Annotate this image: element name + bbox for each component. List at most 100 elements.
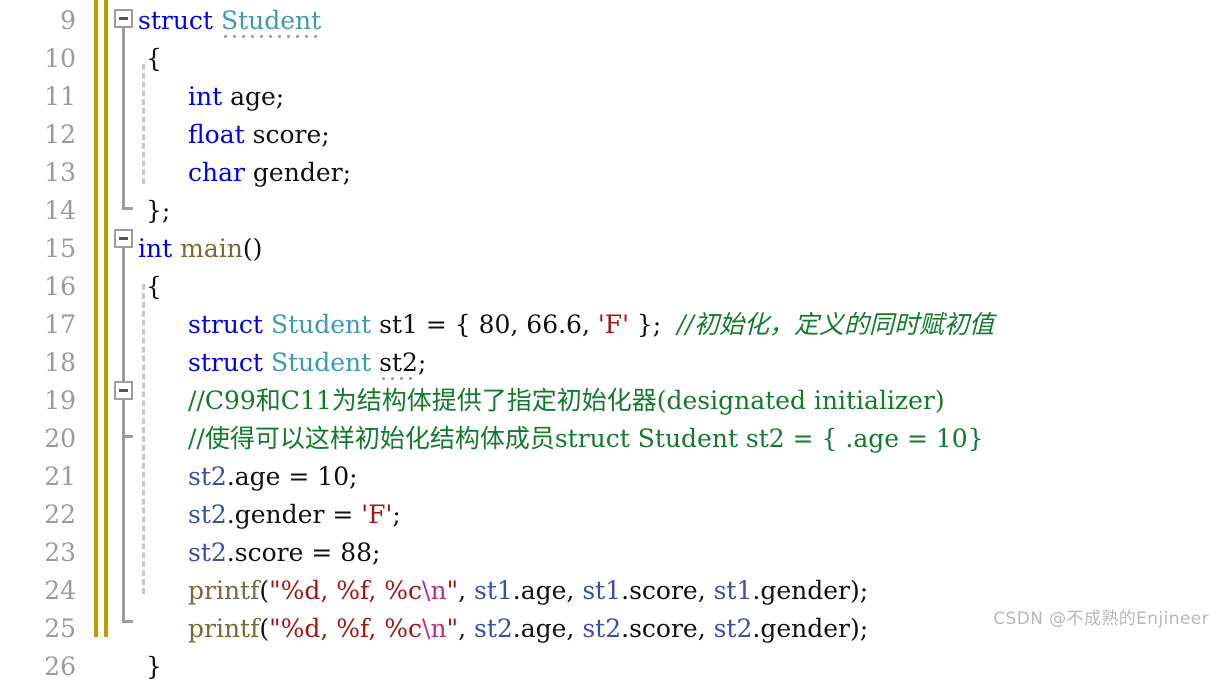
- fold-toggle-line-19[interactable]: [114, 381, 133, 400]
- token: struct: [188, 348, 263, 377]
- token: .age,: [512, 614, 583, 643]
- code-line-12[interactable]: float score;: [188, 116, 330, 154]
- code-line-19[interactable]: //C99和C11为结构体提供了指定初始化器(designated initia…: [188, 382, 945, 420]
- token: ,: [458, 576, 474, 605]
- token: st2: [188, 500, 227, 529]
- token: Student: [270, 310, 372, 339]
- code-line-15[interactable]: int main(): [138, 230, 262, 268]
- token: int: [138, 234, 173, 263]
- token: //使得可以这样初始化结构体成员struct Student st2 = { .…: [188, 424, 984, 453]
- token: \n: [422, 614, 447, 643]
- token: st2: [713, 614, 753, 643]
- token: st2: [582, 614, 622, 643]
- token: ;: [417, 348, 427, 377]
- token: ": [446, 614, 459, 643]
- fold-bracket-end-comment: [122, 435, 133, 438]
- fold-toggle-line-9[interactable]: [114, 9, 133, 28]
- code-editor[interactable]: 9 10 11 12 13 14 15 16 17 18 19 20 21 22 23 24 25 26 stru…: [0, 0, 1223, 681]
- token: st1: [582, 576, 622, 605]
- line-number-19: 19: [44, 386, 76, 415]
- code-line-26[interactable]: }: [146, 648, 162, 686]
- token: //C99和C11为结构体提供了指定初始化器(designated initia…: [188, 386, 945, 415]
- token: st2: [473, 614, 513, 643]
- code-line-25[interactable]: printf("%d, %f, %c\n", st2.age, st2.scor…: [188, 610, 868, 648]
- token: printf: [188, 576, 260, 605]
- code-line-22[interactable]: st2.gender = 'F';: [188, 496, 401, 534]
- token: char: [188, 158, 245, 187]
- change-bar-inner: [104, 0, 108, 637]
- token: ": [446, 576, 459, 605]
- token: "%d, %f, %c: [269, 614, 423, 643]
- token: st2: [379, 348, 418, 383]
- token: "%d, %f, %c: [269, 576, 423, 605]
- token: .gender);: [752, 576, 869, 605]
- token: ,: [458, 614, 474, 643]
- fold-bracket-end-main: [122, 620, 133, 623]
- token: //初始化，定义的同时赋初值: [677, 310, 994, 339]
- line-number-14: 14: [44, 196, 76, 225]
- code-line-20[interactable]: //使得可以这样初始化结构体成员struct Student st2 = { .…: [188, 420, 984, 458]
- line-number-18: 18: [44, 348, 76, 377]
- code-line-17[interactable]: struct Student st1 = { 80, 66.6, 'F' }; …: [188, 306, 994, 344]
- token: .score,: [621, 614, 714, 643]
- token: };: [146, 196, 171, 225]
- line-number-21: 21: [44, 462, 76, 491]
- line-number-9: 9: [60, 6, 76, 35]
- code-line-16[interactable]: {: [146, 268, 162, 306]
- token: }: [146, 652, 162, 681]
- token: .age,: [512, 576, 583, 605]
- token: int: [188, 82, 223, 111]
- token: st2: [188, 538, 227, 567]
- token: Student: [220, 6, 322, 41]
- code-line-11[interactable]: int age;: [188, 78, 284, 116]
- line-number-26: 26: [44, 652, 76, 681]
- token: (: [259, 576, 270, 605]
- token: struct: [138, 6, 213, 35]
- token: .score = 88;: [226, 538, 381, 567]
- code-line-13[interactable]: char gender;: [188, 154, 351, 192]
- line-number-17: 17: [44, 310, 76, 339]
- line-number-25: 25: [44, 614, 76, 643]
- token: ;: [392, 500, 401, 529]
- fold-bracket-comment: [122, 400, 125, 438]
- token: .age = 10;: [226, 462, 358, 491]
- code-line-9[interactable]: struct Student: [138, 2, 322, 41]
- token: gender;: [244, 158, 351, 187]
- code-line-24[interactable]: printf("%d, %f, %c\n", st1.age, st1.scor…: [188, 572, 868, 610]
- code-line-14[interactable]: };: [146, 192, 170, 230]
- token: st1: [713, 576, 753, 605]
- line-number-gutter: 9 10 11 12 13 14 15 16 17 18 19 20 21 22 23 24 25 26: [0, 0, 94, 681]
- line-number-16: 16: [44, 272, 76, 301]
- code-line-10[interactable]: {: [146, 40, 162, 78]
- line-number-12: 12: [44, 120, 76, 149]
- line-number-15: 15: [44, 234, 76, 263]
- token: Student: [270, 348, 372, 377]
- token: (: [259, 614, 270, 643]
- code-text-area[interactable]: struct Student{int age; float score; char …: [138, 0, 1223, 681]
- token: float: [188, 120, 245, 149]
- code-line-21[interactable]: st2.age = 10;: [188, 458, 358, 496]
- line-number-20: 20: [44, 424, 76, 453]
- line-number-13: 13: [44, 158, 76, 187]
- token: 'F': [597, 310, 629, 339]
- token: score;: [244, 120, 330, 149]
- token: {: [146, 272, 162, 301]
- fold-bracket-end-struct: [122, 207, 133, 210]
- token: struct: [188, 310, 263, 339]
- token: st1: [473, 576, 513, 605]
- fold-toggle-line-15[interactable]: [114, 229, 133, 248]
- line-number-10: 10: [44, 44, 76, 73]
- fold-column[interactable]: [112, 0, 134, 637]
- line-number-22: 22: [44, 500, 76, 529]
- token: .gender =: [226, 500, 362, 529]
- line-number-24: 24: [44, 576, 76, 605]
- code-line-23[interactable]: st2.score = 88;: [188, 534, 380, 572]
- code-line-18[interactable]: struct Student st2;: [188, 344, 427, 383]
- token: st2: [188, 462, 227, 491]
- token: .gender);: [752, 614, 869, 643]
